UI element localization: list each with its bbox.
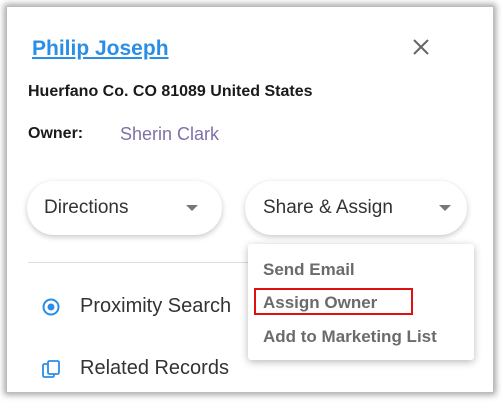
contact-address: Huerfano Co. CO 81089 United States <box>28 83 313 100</box>
directions-button[interactable]: Directions <box>27 181 222 235</box>
chevron-down-icon <box>439 205 451 211</box>
menu-item-add-to-marketing-list[interactable]: Add to Marketing List <box>263 327 437 347</box>
share-assign-label: Share & Assign <box>263 197 393 218</box>
proximity-search-label: Proximity Search <box>80 295 232 317</box>
highlight-box <box>254 288 413 315</box>
share-assign-button[interactable]: Share & Assign <box>245 181 467 235</box>
target-icon <box>42 298 60 315</box>
owner-label: Owner: <box>28 125 84 142</box>
close-icon[interactable] <box>407 33 435 61</box>
divider <box>28 262 250 263</box>
related-records-item[interactable]: Related Records <box>41 357 229 380</box>
proximity-search-item[interactable]: Proximity Search <box>41 295 231 318</box>
contact-name-link[interactable]: Philip Joseph <box>32 37 169 61</box>
records-icon <box>42 359 60 378</box>
record-popup: Philip Joseph Huerfano Co. CO 81089 Unit… <box>6 6 494 393</box>
related-records-label: Related Records <box>80 357 229 379</box>
menu-item-send-email[interactable]: Send Email <box>263 260 355 280</box>
share-assign-dropdown-menu: Send Email Assign Owner Add to Marketing… <box>248 244 474 360</box>
chevron-down-icon <box>186 205 198 211</box>
owner-name[interactable]: Sherin Clark <box>120 124 219 145</box>
directions-label: Directions <box>44 197 129 218</box>
